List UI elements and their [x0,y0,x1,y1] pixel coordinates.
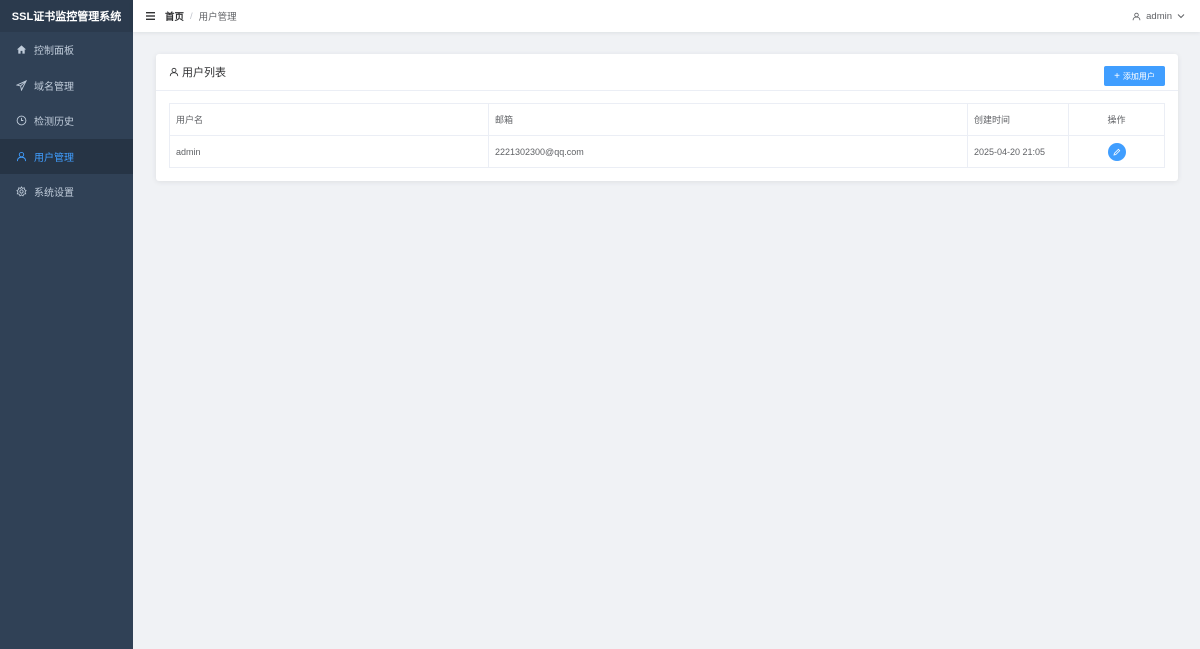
user-list-card: 用户列表 + 添加用户 用户名 邮箱 创建时间 操作 admin 2221302… [156,54,1178,181]
sidebar: SSL证书监控管理系统 控制面板 域名管理 检测历史 用户管理 系统设置 [0,0,133,649]
username-label: admin [1146,10,1172,22]
sidebar-item-label: 控制面板 [34,46,74,58]
sidebar-item-settings[interactable]: 系统设置 [0,174,133,210]
breadcrumb: 首页 / 用户管理 [165,9,237,24]
sidebar-item-users[interactable]: 用户管理 [0,138,133,174]
edit-icon [1112,148,1120,156]
sidebar-item-label: 系统设置 [34,188,74,200]
user-dropdown[interactable]: admin [1132,0,1185,32]
sidebar-item-label: 用户管理 [34,152,74,164]
sidebar-item-history[interactable]: 检测历史 [0,103,133,139]
add-user-button-label: 添加用户 [1122,71,1155,81]
column-header-email: 邮箱 [488,103,968,136]
card-title: 用户列表 [169,64,226,80]
cell-actions [1068,135,1165,168]
clock-icon [16,115,27,126]
table-header-row: 用户名 邮箱 创建时间 操作 [169,103,1165,136]
card-title-text: 用户列表 [182,67,226,79]
cell-email: 2221302300@qq.com [488,135,968,168]
sidebar-item-label: 检测历史 [34,117,74,129]
user-icon [169,67,179,77]
gear-icon [16,186,27,197]
breadcrumb-separator: / [190,10,193,22]
sidebar-item-dashboard[interactable]: 控制面板 [0,32,133,68]
cell-created: 2025-04-20 21:05 [967,135,1069,168]
sidebar-menu: 控制面板 域名管理 检测历史 用户管理 系统设置 [0,32,133,210]
column-header-actions: 操作 [1068,103,1165,136]
sidebar-item-domains[interactable]: 域名管理 [0,68,133,104]
user-icon [1132,12,1141,21]
chevron-down-icon [1177,12,1185,20]
cell-username: admin [169,135,489,168]
top-header: 首页 / 用户管理 admin [133,0,1200,32]
column-header-username: 用户名 [169,103,489,136]
breadcrumb-current: 用户管理 [198,12,237,23]
edit-user-button[interactable] [1107,142,1126,161]
app-root: SSL证书监控管理系统 控制面板 域名管理 检测历史 用户管理 系统设置 首页 … [0,0,1200,649]
column-header-created: 创建时间 [967,103,1069,136]
add-user-button[interactable]: + 添加用户 [1104,66,1165,86]
app-logo-title: SSL证书监控管理系统 [0,0,133,32]
plus-icon: + [1114,70,1120,82]
user-icon [16,151,27,162]
hamburger-menu-icon[interactable] [146,12,155,20]
table-row: admin 2221302300@qq.com 2025-04-20 21:05 [169,135,1165,168]
card-header: 用户列表 + 添加用户 [156,54,1178,91]
home-icon [16,44,27,55]
user-table: 用户名 邮箱 创建时间 操作 admin 2221302300@qq.com 2… [169,103,1165,168]
send-icon [16,79,27,91]
sidebar-item-label: 域名管理 [34,81,74,93]
breadcrumb-home-link[interactable]: 首页 [165,9,184,23]
